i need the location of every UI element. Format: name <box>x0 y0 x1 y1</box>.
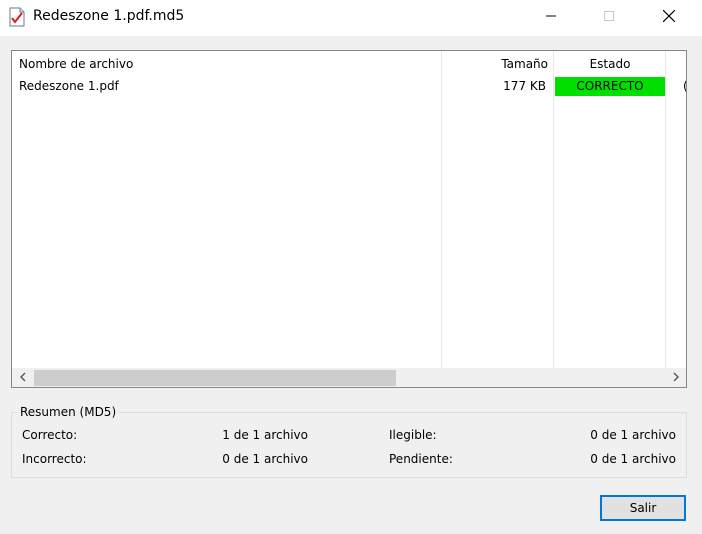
column-header-name[interactable]: Nombre de archivo <box>19 57 133 71</box>
file-size-cell: 177 KB <box>503 79 546 93</box>
checklist-document-icon <box>9 7 25 27</box>
maximize-button <box>586 0 632 34</box>
horizontal-scrollbar[interactable] <box>12 368 686 387</box>
summary-title: Resumen (MD5) <box>17 405 120 419</box>
maximize-icon <box>604 10 614 24</box>
minimize-button[interactable] <box>528 0 574 34</box>
scrollbar-thumb[interactable] <box>34 370 396 386</box>
list-header: Nombre de archivo Tamaño Estado <box>12 51 686 75</box>
correct-label: Correcto: <box>22 428 78 442</box>
table-row[interactable]: Redeszone 1.pdf 177 KB CORRECTO ( <box>12 77 686 96</box>
unreadable-value: 0 de 1 archivo <box>590 428 676 442</box>
column-divider <box>441 51 442 368</box>
scroll-left-button[interactable] <box>12 368 33 387</box>
status-badge: CORRECTO <box>555 77 665 96</box>
column-divider <box>553 51 554 368</box>
close-button[interactable] <box>646 0 692 34</box>
chevron-right-icon <box>672 371 680 385</box>
pending-value: 0 de 1 archivo <box>590 452 676 466</box>
close-icon <box>662 9 676 25</box>
column-divider <box>665 51 666 368</box>
truncated-column-cell: ( <box>683 79 686 93</box>
scroll-right-button[interactable] <box>665 368 686 387</box>
pending-label: Pendiente: <box>389 452 453 466</box>
minimize-icon <box>546 10 556 24</box>
column-header-status[interactable]: Estado <box>554 57 666 71</box>
summary-group: Resumen (MD5) Correcto: 1 de 1 archivo I… <box>11 405 687 478</box>
incorrect-label: Incorrecto: <box>22 452 87 466</box>
column-header-size[interactable]: Tamaño <box>501 57 548 71</box>
unreadable-label: Ilegible: <box>389 428 437 442</box>
file-list[interactable]: Nombre de archivo Tamaño Estado Redeszon… <box>11 50 687 388</box>
correct-value: 1 de 1 archivo <box>222 428 308 442</box>
exit-button[interactable]: Salir <box>600 495 686 521</box>
file-name-cell: Redeszone 1.pdf <box>19 79 119 93</box>
window-title: Redeszone 1.pdf.md5 <box>33 8 185 24</box>
chevron-left-icon <box>19 371 27 385</box>
title-bar: Redeszone 1.pdf.md5 <box>0 0 702 36</box>
incorrect-value: 0 de 1 archivo <box>222 452 308 466</box>
